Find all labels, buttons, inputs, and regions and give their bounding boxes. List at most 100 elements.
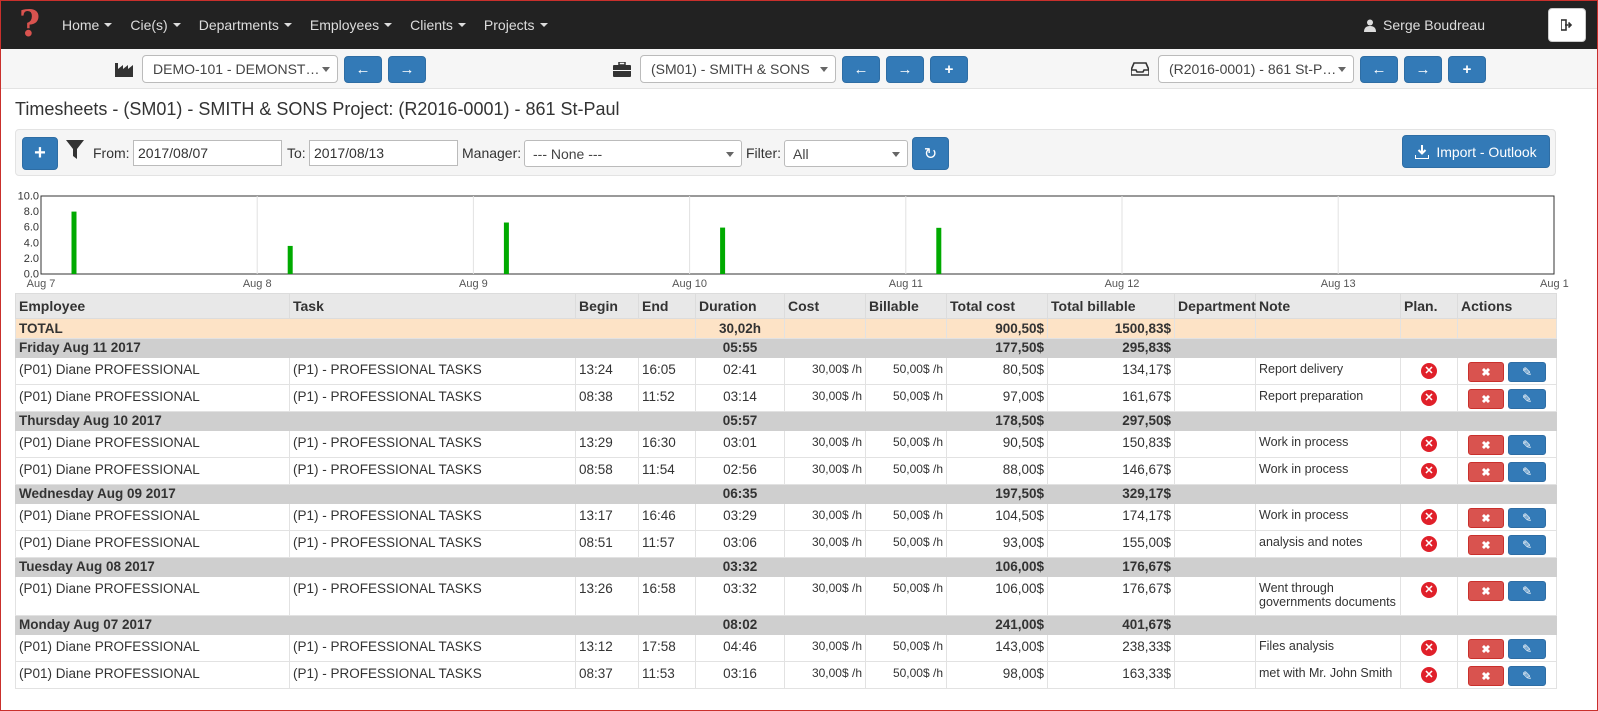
- nav-clients[interactable]: Clients: [410, 17, 466, 33]
- edit-button[interactable]: ✎: [1508, 362, 1546, 382]
- col-task[interactable]: Task: [289, 293, 576, 319]
- col-end[interactable]: End: [638, 293, 696, 319]
- manager-select[interactable]: --- None ---: [524, 140, 742, 167]
- plan-remove-icon[interactable]: ✕: [1421, 463, 1437, 479]
- plan-remove-icon[interactable]: ✕: [1421, 509, 1437, 525]
- delete-button[interactable]: ✖: [1468, 362, 1504, 382]
- total-billable-cell: 150,83$: [1047, 430, 1175, 458]
- delete-button[interactable]: ✖: [1468, 535, 1504, 555]
- nav-cies[interactable]: Cie(s): [130, 17, 181, 33]
- edit-button[interactable]: ✎: [1508, 639, 1546, 659]
- edit-button[interactable]: ✎: [1508, 435, 1546, 455]
- project-dropdown[interactable]: (R2016-0001) - 861 St-P…: [1158, 55, 1354, 83]
- edit-button[interactable]: ✎: [1508, 508, 1546, 528]
- dropdown-arrow-icon: [820, 67, 828, 72]
- table-row[interactable]: (P01) Diane PROFESSIONAL (P1) - PROFESSIO…: [15, 530, 1557, 558]
- col-note[interactable]: Note: [1255, 293, 1401, 319]
- day-empty-cell: [1400, 557, 1458, 577]
- from-date-input[interactable]: [133, 140, 282, 166]
- filter-select[interactable]: All: [784, 140, 908, 167]
- client-next-button[interactable]: →: [886, 55, 924, 83]
- client-add-button[interactable]: +: [930, 55, 968, 83]
- edit-icon: ✎: [1521, 392, 1533, 406]
- col-billable[interactable]: Billable: [865, 293, 947, 319]
- add-timesheet-button[interactable]: +: [22, 137, 58, 170]
- col-plan[interactable]: Plan.: [1400, 293, 1458, 319]
- table-row[interactable]: (P01) Diane PROFESSIONAL (P1) - PROFESSIO…: [15, 357, 1557, 385]
- to-date-input[interactable]: [309, 140, 458, 166]
- table-row[interactable]: (P01) Diane PROFESSIONAL (P1) - PROFESSIO…: [15, 661, 1557, 689]
- col-total-billable[interactable]: Total billable: [1047, 293, 1175, 319]
- caret-down-icon: [104, 23, 113, 27]
- col-cost[interactable]: Cost: [784, 293, 866, 319]
- import-outlook-button[interactable]: Import - Outlook: [1402, 135, 1550, 168]
- arrow-left-icon: ←: [1371, 60, 1387, 78]
- project-prev-button[interactable]: ←: [1360, 55, 1398, 83]
- client-prev-button[interactable]: ←: [842, 55, 880, 83]
- day-empty-cell: [1255, 557, 1401, 577]
- plan-cell: ✕: [1400, 576, 1458, 616]
- nav-home[interactable]: Home: [62, 17, 113, 33]
- edit-button[interactable]: ✎: [1508, 666, 1546, 686]
- company-prev-button[interactable]: ←: [344, 55, 382, 83]
- table-row[interactable]: (P01) Diane PROFESSIONAL (P1) - PROFESSIO…: [15, 457, 1557, 485]
- delete-button[interactable]: ✖: [1468, 581, 1504, 601]
- col-department[interactable]: Department: [1174, 293, 1256, 319]
- begin-cell: 08:38: [575, 384, 639, 412]
- duration-cell: 02:41: [695, 357, 785, 385]
- plan-remove-icon[interactable]: ✕: [1421, 640, 1437, 656]
- begin-cell: 08:37: [575, 661, 639, 689]
- delete-button[interactable]: ✖: [1468, 508, 1504, 528]
- col-total-cost[interactable]: Total cost: [946, 293, 1048, 319]
- edit-button[interactable]: ✎: [1508, 462, 1546, 482]
- day-empty-cell: [1400, 338, 1458, 358]
- day-empty-cell: [1255, 484, 1401, 504]
- cost-cell: 30,00$ /h: [784, 634, 866, 662]
- nav-departments[interactable]: Departments: [199, 17, 292, 33]
- nav-projects[interactable]: Projects: [484, 17, 548, 33]
- table-row[interactable]: (P01) Diane PROFESSIONAL (P1) - PROFESSIO…: [15, 503, 1557, 531]
- col-duration[interactable]: Duration: [695, 293, 785, 319]
- nav-employees[interactable]: Employees: [309, 17, 393, 33]
- plan-remove-icon[interactable]: ✕: [1421, 436, 1437, 452]
- plan-cell: ✕: [1400, 457, 1458, 485]
- day-empty-cell: [1457, 615, 1557, 635]
- nav-employees-label: Employees: [309, 17, 380, 33]
- project-next-button[interactable]: →: [1404, 55, 1442, 83]
- refresh-button[interactable]: ↻: [912, 137, 949, 170]
- actions-cell: ✖ ✎: [1457, 530, 1557, 558]
- edit-button[interactable]: ✎: [1508, 535, 1546, 555]
- plan-remove-icon[interactable]: ✕: [1421, 390, 1437, 406]
- plan-remove-icon[interactable]: ✕: [1421, 582, 1437, 598]
- logout-button[interactable]: [1548, 8, 1586, 42]
- app-logo[interactable]: ?: [15, 6, 45, 44]
- table-header-row: Employee Task Begin End Duration Cost Bi…: [15, 293, 1557, 319]
- edit-button[interactable]: ✎: [1508, 581, 1546, 601]
- delete-button[interactable]: ✖: [1468, 389, 1504, 409]
- edit-button[interactable]: ✎: [1508, 389, 1546, 409]
- plan-remove-icon[interactable]: ✕: [1421, 363, 1437, 379]
- table-row[interactable]: (P01) Diane PROFESSIONAL (P1) - PROFESSIO…: [15, 576, 1557, 616]
- table-row[interactable]: (P01) Diane PROFESSIONAL (P1) - PROFESSIO…: [15, 384, 1557, 412]
- delete-button[interactable]: ✖: [1468, 639, 1504, 659]
- company-next-button[interactable]: →: [388, 55, 426, 83]
- project-add-button[interactable]: +: [1448, 55, 1486, 83]
- user-menu[interactable]: Serge Boudreau: [1364, 1, 1485, 49]
- cost-cell: 30,00$ /h: [784, 503, 866, 531]
- delete-button[interactable]: ✖: [1468, 462, 1504, 482]
- col-employee[interactable]: Employee: [15, 293, 290, 319]
- end-cell: 11:53: [638, 661, 696, 689]
- delete-button[interactable]: ✖: [1468, 435, 1504, 455]
- note-cell: Went through governments documents: [1255, 576, 1401, 616]
- table-row[interactable]: (P01) Diane PROFESSIONAL (P1) - PROFESSIO…: [15, 634, 1557, 662]
- note-cell: Work in process: [1255, 430, 1401, 458]
- client-dropdown[interactable]: (SM01) - SMITH & SONS: [640, 55, 836, 83]
- company-dropdown[interactable]: DEMO-101 - DEMONST…: [142, 55, 338, 83]
- total-row: TOTAL 30,02h 900,50$ 1500,83$: [15, 318, 1557, 339]
- col-begin[interactable]: Begin: [575, 293, 639, 319]
- note-cell: analysis and notes: [1255, 530, 1401, 558]
- plan-remove-icon[interactable]: ✕: [1421, 536, 1437, 552]
- table-row[interactable]: (P01) Diane PROFESSIONAL (P1) - PROFESSIO…: [15, 430, 1557, 458]
- plan-remove-icon[interactable]: ✕: [1421, 667, 1437, 683]
- delete-button[interactable]: ✖: [1468, 666, 1504, 686]
